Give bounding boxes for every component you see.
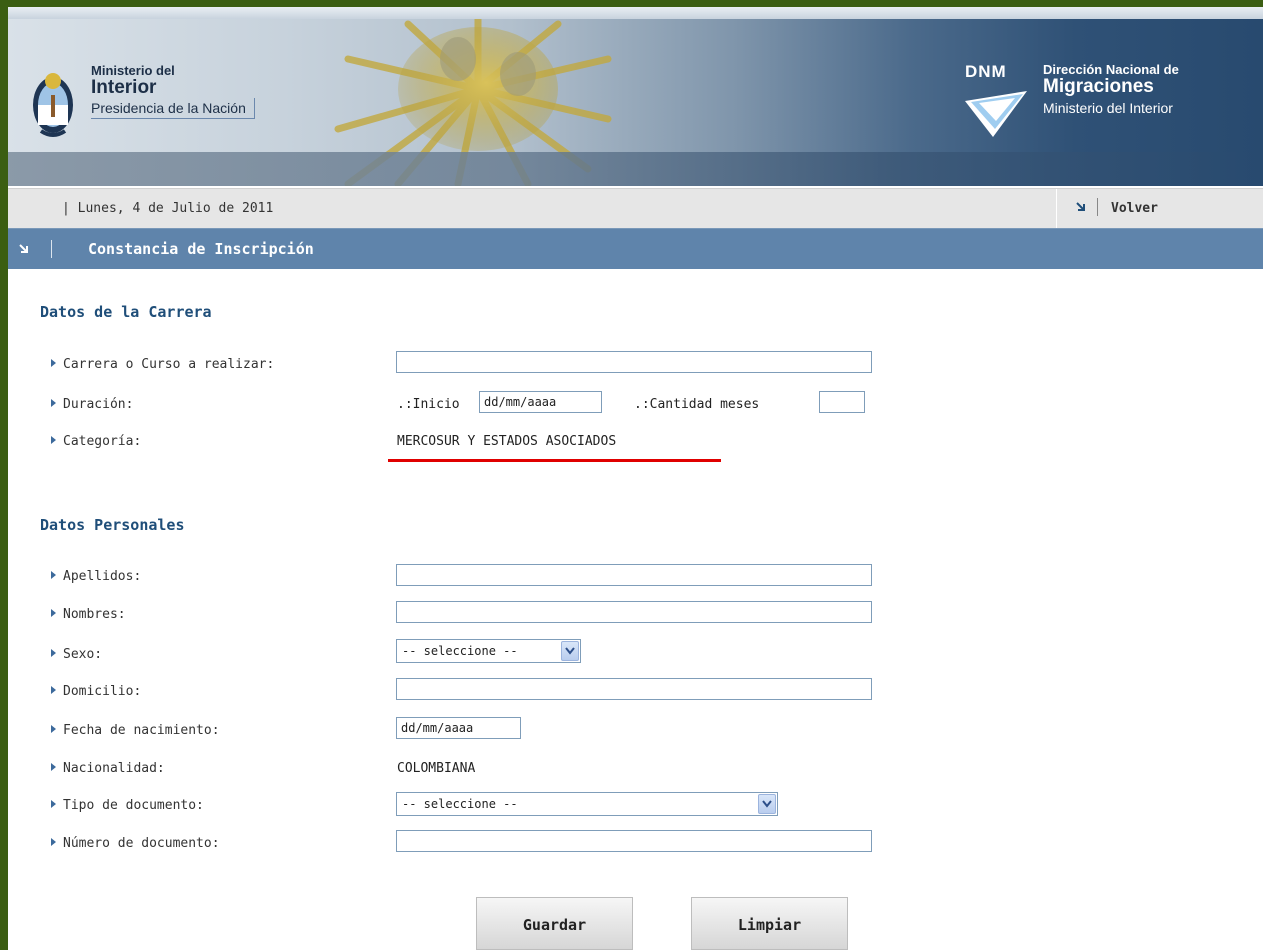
docnum-input[interactable] [396, 830, 872, 852]
section-title-bar: Constancia de Inscripción [8, 228, 1263, 269]
banner-shade [8, 152, 1263, 186]
bullet-triangle-icon [51, 399, 56, 407]
sex-label-text: Sexo: [63, 647, 103, 662]
career-section-heading: Datos de la Carrera [40, 303, 212, 321]
chevron-down-icon[interactable] [758, 794, 776, 814]
duration-label-text: Duración: [63, 397, 134, 412]
doctype-label-text: Tipo de documento: [63, 798, 204, 813]
arrow-down-right-icon [19, 244, 28, 253]
start-date-label: .:Inicio [397, 397, 460, 412]
category-label-text: Categoría: [63, 434, 142, 449]
ministry-line1: Ministerio del [91, 63, 175, 78]
top-strip [8, 7, 1263, 19]
nationality-label-text: Nacionalidad: [63, 761, 165, 776]
bullet-triangle-icon [51, 800, 56, 808]
personal-section-heading: Datos Personales [40, 516, 185, 534]
address-input[interactable] [396, 678, 872, 700]
nationality-label: Nacionalidad: [51, 761, 165, 776]
save-button-label: Guardar [522, 916, 587, 934]
surname-label: Apellidos: [51, 569, 141, 584]
birthdate-label: Fecha de nacimiento: [51, 723, 220, 738]
bullet-triangle-icon [51, 649, 56, 657]
separator [1097, 198, 1098, 216]
bullet-triangle-icon [51, 359, 56, 367]
duration-label: Duración: [51, 397, 133, 412]
argentina-coat-of-arms-icon [33, 73, 73, 137]
category-value: MERCOSUR Y ESTADOS ASOCIADOS [397, 434, 617, 449]
page-title: Constancia de Inscripción [88, 240, 314, 258]
course-input[interactable] [396, 351, 872, 373]
dnm-name: Dirección Nacional de Migraciones Minist… [1043, 62, 1263, 119]
dnm-flag-icon [965, 91, 1027, 137]
outer-frame: Ministerio del Interior Presidencia de l… [0, 0, 1263, 950]
current-date: | Lunes, 4 de Julio de 2011 [62, 201, 274, 216]
course-label-text: Carrera o Curso a realizar: [63, 357, 275, 372]
doctype-label: Tipo de documento: [51, 798, 204, 813]
bullet-triangle-icon [51, 609, 56, 617]
sex-select-value: -- seleccione -- [402, 644, 518, 658]
names-input[interactable] [396, 601, 872, 623]
bullet-triangle-icon [51, 686, 56, 694]
ministry-line2: Interior [91, 77, 157, 98]
dnm-line1: Dirección Nacional de [1043, 62, 1179, 77]
docnum-label-text: Número de documento: [63, 836, 220, 851]
course-label: Carrera o Curso a realizar: [51, 357, 274, 372]
dnm-line2: Migraciones [1043, 76, 1154, 97]
birthdate-label-text: Fecha de nacimiento: [63, 723, 220, 738]
docnum-label: Número de documento: [51, 836, 220, 851]
category-label: Categoría: [51, 434, 141, 449]
doctype-select-value: -- seleccione -- [402, 797, 518, 811]
ministry-logo-text: Ministerio del Interior Presidencia de l… [91, 64, 255, 119]
category-highlight-underline [388, 459, 721, 462]
nationality-value: COLOMBIANA [397, 761, 476, 776]
address-label-text: Domicilio: [63, 684, 142, 699]
save-button[interactable]: Guardar [476, 897, 633, 950]
header-banner: Ministerio del Interior Presidencia de l… [8, 19, 1263, 186]
surname-label-text: Apellidos: [63, 569, 142, 584]
doctype-select[interactable]: -- seleccione -- [396, 792, 778, 816]
bullet-triangle-icon [51, 571, 56, 579]
bullet-triangle-icon [51, 725, 56, 733]
surname-input[interactable] [396, 564, 872, 586]
clear-button-label: Limpiar [737, 916, 802, 934]
back-link[interactable]: Volver [1111, 201, 1158, 216]
bullet-triangle-icon [51, 763, 56, 771]
months-label: .:Cantidad meses [634, 397, 760, 412]
ministry-line3: Presidencia de la Nación [91, 98, 255, 119]
address-label: Domicilio: [51, 684, 141, 699]
sex-select[interactable]: -- seleccione -- [396, 639, 581, 663]
arrow-down-right-icon[interactable] [1075, 201, 1087, 213]
separator [51, 240, 52, 258]
sex-label: Sexo: [51, 647, 102, 662]
date-bar: | Lunes, 4 de Julio de 2011 Volver [8, 188, 1263, 229]
bullet-triangle-icon [51, 436, 56, 444]
page: Ministerio del Interior Presidencia de l… [8, 7, 1263, 950]
bullet-triangle-icon [51, 838, 56, 846]
dnm-abbreviation: DNM [965, 62, 1007, 81]
dnm-line3: Ministerio del Interior [1043, 100, 1173, 116]
start-date-input[interactable] [479, 391, 602, 413]
chevron-down-icon[interactable] [561, 641, 579, 661]
clear-button[interactable]: Limpiar [691, 897, 848, 950]
months-input[interactable] [819, 391, 865, 413]
names-label-text: Nombres: [63, 607, 126, 622]
date-bar-divider [1056, 189, 1057, 229]
birthdate-input[interactable] [396, 717, 521, 739]
names-label: Nombres: [51, 607, 126, 622]
